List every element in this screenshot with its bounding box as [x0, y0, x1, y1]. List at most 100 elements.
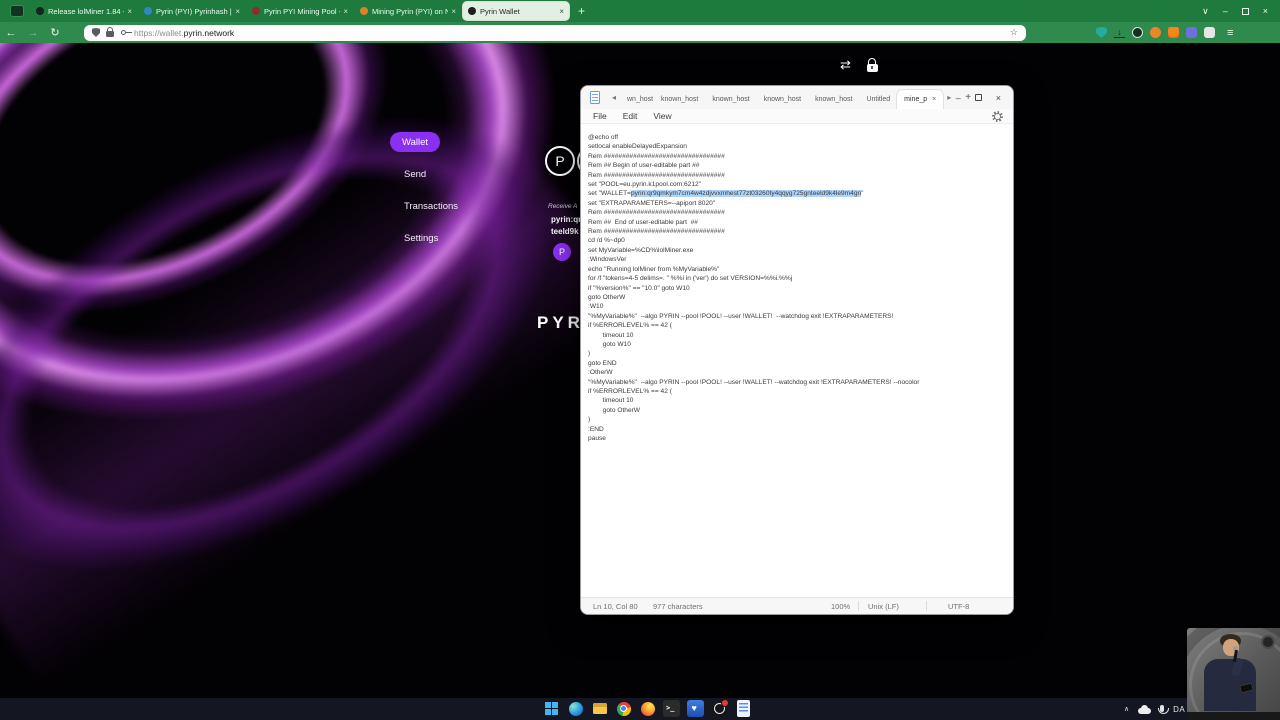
line-text: for /f "tokens=4-5 delims=. " %%i in ('v… [588, 275, 793, 283]
tab-close-icon[interactable]: × [932, 96, 936, 103]
back-button[interactable]: ← [0, 27, 22, 39]
file-explorer-icon[interactable] [591, 700, 608, 717]
edge-icon[interactable] [567, 700, 584, 717]
tab-list-chevron-icon[interactable]: ∨ [1202, 6, 1209, 17]
menu-item[interactable]: Edit [615, 111, 646, 121]
tab-close-icon[interactable]: × [127, 7, 132, 16]
tab-scroll-left-icon[interactable]: ◂ [608, 93, 620, 102]
notepad-tab[interactable]: known_host [757, 90, 808, 109]
notepad-tab[interactable]: known_host [654, 90, 705, 109]
sidebar-nav-item[interactable]: Wallet [390, 132, 440, 152]
line-text: timeout 10 [588, 331, 634, 339]
menu-item[interactable]: View [645, 111, 679, 121]
tab-close-icon[interactable]: × [559, 7, 564, 16]
forward-button[interactable]: → [22, 27, 44, 39]
notepad-tab[interactable]: Untitled [859, 90, 897, 109]
notepad-tab[interactable]: known_host [808, 90, 859, 109]
adblock-shield-icon[interactable] [1096, 27, 1107, 38]
language-indicator[interactable]: DA [1173, 705, 1185, 714]
metamask-fox-icon[interactable] [1168, 27, 1179, 38]
webcam-logo-badge [1261, 635, 1275, 649]
editor-line: setlocal enableDelayedExpansion [588, 142, 1013, 151]
line-ending-type[interactable]: Unix (LF) [868, 602, 899, 611]
swap-arrows-icon[interactable]: ⇄ [840, 57, 851, 73]
webcam-overlay [1187, 628, 1280, 720]
lock-icon[interactable] [106, 27, 114, 37]
obs-icon[interactable] [711, 699, 729, 717]
dark-circle-extension-icon[interactable] [1132, 27, 1143, 38]
tracking-shield-icon[interactable] [92, 28, 100, 37]
terminal-icon[interactable] [663, 700, 680, 717]
browser-tab[interactable]: Pyrin (PYI) Pyrinhash | Mining P × [139, 2, 245, 20]
sidebar-nav-item[interactable]: Transactions [390, 196, 472, 216]
bookmark-star-icon[interactable]: ☆ [1010, 27, 1018, 38]
editor-line: Rem ## End of user-editable part ## [588, 218, 1013, 227]
padlock-icon[interactable] [866, 57, 878, 72]
tab-scroll-right-icon[interactable]: ▸ [943, 93, 955, 102]
browser-tab[interactable]: Pyrin PYI Mining Pool - K1Pool × [247, 2, 353, 20]
firefox-icon[interactable] [639, 700, 656, 717]
editor-line: Rem ################################# [588, 152, 1013, 161]
tab-title: Pyrin PYI Mining Pool - K1Pool [264, 6, 340, 16]
light-extension-icon[interactable] [1204, 27, 1215, 38]
notepad-icon[interactable] [737, 700, 750, 717]
editor-line: goto OtherW [588, 293, 1013, 302]
microphone-icon[interactable] [1157, 704, 1169, 714]
notepad-tab[interactable]: wn_host [620, 90, 654, 109]
minimize-button[interactable]: – [956, 93, 961, 103]
saved-login-key-icon[interactable] [121, 30, 132, 35]
download-icon[interactable]: ↓ [1114, 27, 1125, 38]
tab-close-icon[interactable]: × [451, 7, 456, 16]
tray-chevron-icon[interactable]: ∧ [1124, 705, 1129, 713]
maximize-button[interactable] [974, 94, 982, 101]
line-text: pause [588, 435, 606, 442]
line-text: Rem ################################# [588, 209, 725, 217]
notepad-tab-label: known_host [763, 96, 802, 103]
line-text: echo "Running lolMiner from %MyVariable%… [588, 265, 720, 273]
window-controls: ∨ – × [1202, 6, 1280, 17]
tab-close-icon[interactable]: × [235, 7, 240, 16]
browser-tab[interactable]: Pyrin Wallet × [463, 2, 569, 20]
browser-tabs: Release lolMiner 1.84 - Lolliedi × Pyrin… [30, 0, 570, 22]
editor-line: goto END [588, 359, 1013, 368]
security-app-icon[interactable] [687, 700, 704, 717]
close-button[interactable]: × [1263, 6, 1268, 16]
taskbar-icons [543, 699, 752, 717]
notepad-tab-label: wn_host [627, 96, 654, 103]
purple-extension-icon[interactable] [1186, 27, 1197, 38]
notepad-window-controls: – × [956, 86, 1013, 109]
orange-extension-icon[interactable] [1150, 27, 1161, 38]
menu-item[interactable]: File [585, 111, 615, 121]
notepad-tab[interactable]: known_host [705, 90, 756, 109]
notepad-tab[interactable]: mine_p × [897, 90, 944, 109]
line-text: cd /d %~dp0 [588, 237, 625, 245]
new-tab-button[interactable]: + [578, 4, 585, 18]
encoding[interactable]: UTF-8 [948, 602, 969, 611]
settings-gear-icon[interactable] [992, 111, 1003, 122]
sidebar-nav-item[interactable]: Send [390, 164, 472, 184]
notepad-editor[interactable]: @echo off setlocal enableDelayedExpansion… [581, 125, 1013, 597]
editor-line: echo "Running lolMiner from %MyVariable%… [588, 265, 1013, 274]
maximize-button[interactable] [1241, 7, 1249, 15]
reload-button[interactable]: ↻ [44, 26, 66, 39]
notepad-titlebar[interactable]: ◂ wn_host known_host known_host known_ho… [581, 86, 1013, 109]
notepad-menubar: File Edit View [581, 109, 1013, 124]
zoom-level[interactable]: 100% [831, 602, 850, 611]
minimize-button[interactable]: – [1223, 6, 1228, 16]
tab-close-icon[interactable]: × [343, 7, 348, 16]
address-copy-button[interactable]: P [553, 243, 571, 261]
onedrive-cloud-icon[interactable] [1138, 704, 1152, 714]
hamburger-menu-icon[interactable]: ≡ [1227, 27, 1233, 39]
firefox-view-icon[interactable] [10, 5, 24, 17]
sidebar-nav-item[interactable]: Settings [390, 228, 472, 248]
chrome-icon[interactable] [615, 700, 632, 717]
start-button[interactable] [543, 700, 560, 717]
url-bar[interactable]: https://wallet.pyrin.network ☆ [84, 24, 1026, 41]
editor-line: Rem ################################# [588, 171, 1013, 180]
browser-tab[interactable]: Mining Pyrin (PYI) on NVIDIA × [355, 2, 461, 20]
close-button[interactable]: × [996, 93, 1001, 103]
character-count: 977 characters [653, 602, 703, 611]
browser-tab[interactable]: Release lolMiner 1.84 - Lolliedi × [31, 2, 137, 20]
status-divider [858, 601, 859, 611]
editor-line: set MyVariable=%CD%\lolMiner.exe [588, 246, 1013, 255]
